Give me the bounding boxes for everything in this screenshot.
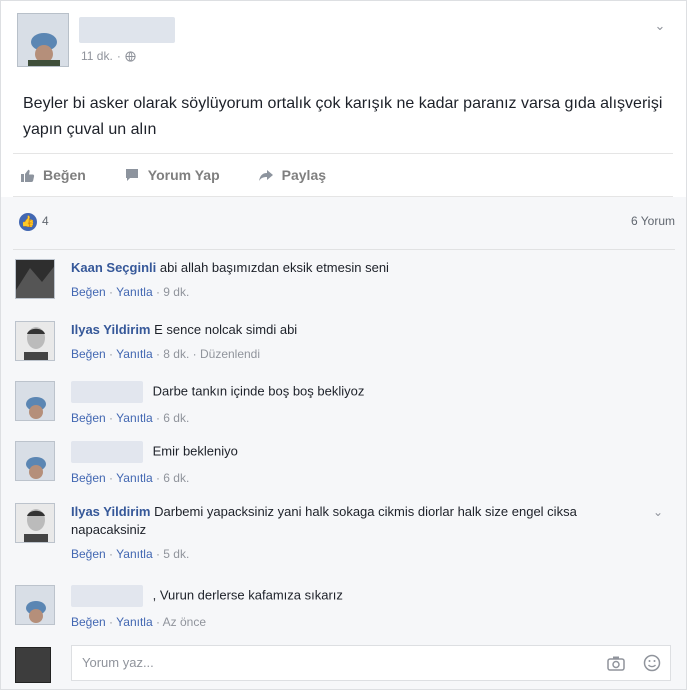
comment-actions: Beğen · Yanıtla · 6 dk.	[71, 411, 190, 425]
emoji-icon[interactable]	[643, 654, 661, 672]
commenter-avatar[interactable]	[15, 503, 55, 543]
comment-like-link[interactable]: Beğen	[71, 547, 106, 561]
post-meta: 11 dk. ·	[81, 49, 136, 63]
comment-reply-link[interactable]: Yanıtla	[116, 471, 152, 485]
comment-input[interactable]: Yorum yaz...	[71, 645, 671, 681]
commenter-avatar[interactable]	[15, 441, 55, 481]
comment-like-link[interactable]: Beğen	[71, 471, 106, 485]
chevron-down-icon[interactable]: ⌄	[653, 505, 663, 519]
comment-button-label: Yorum Yap	[147, 167, 220, 183]
camera-icon[interactable]	[607, 654, 625, 672]
commenter-name[interactable]: Ilyas Yildirim	[71, 322, 151, 337]
speech-bubble-icon	[125, 169, 138, 181]
commenter-name[interactable]: Kaan Seçginli	[71, 260, 156, 275]
comment-time[interactable]: 9 dk.	[163, 285, 189, 299]
comment-actions: Beğen · Yanıtla · Az önce	[71, 615, 206, 629]
post-header: 11 dk. · ⌄	[13, 11, 673, 69]
author-name-redacted[interactable]	[79, 17, 175, 43]
comment-reply-link[interactable]: Yanıtla	[116, 547, 152, 561]
post-time[interactable]: 11 dk.	[81, 49, 113, 63]
commenter-avatar[interactable]	[15, 585, 55, 625]
commenter-avatar[interactable]	[15, 259, 55, 299]
post-action-bar: Beğen Yorum Yap Paylaş	[13, 153, 673, 197]
comment-body: Ilyas Yildirim Darbemi yapacksiniz yani …	[71, 503, 651, 563]
comments-section: 👍 4 6 Yorum Kaan Seçginli abi allah başı…	[1, 197, 686, 689]
globe-icon	[125, 50, 136, 62]
comment-actions: Beğen · Yanıtla · 9 dk.	[71, 285, 190, 299]
share-arrow-icon	[258, 170, 273, 181]
commenter-avatar[interactable]	[15, 321, 55, 361]
comment-time[interactable]: 8 dk.	[163, 347, 189, 361]
commenter-name-redacted[interactable]	[71, 441, 143, 463]
comment-text: E sence nolcak simdi abi	[154, 322, 298, 337]
share-button[interactable]: Paylaş	[258, 167, 326, 183]
comment-text: , Vurun derlerse kafamıza sıkarız	[152, 587, 343, 603]
comment-reply-link[interactable]: Yanıtla	[116, 411, 152, 425]
comment-body: Ilyas Yildirim E sence nolcak simdi abi …	[71, 321, 651, 363]
comment-reply-link[interactable]: Yanıtla	[116, 615, 152, 629]
comment-like-link[interactable]: Beğen	[71, 615, 106, 629]
divider	[13, 249, 675, 250]
comment-body: Kaan Seçginli abi allah başımızdan eksik…	[71, 259, 651, 301]
comment-reply-link[interactable]: Yanıtla	[116, 285, 152, 299]
comment-time[interactable]: Az önce	[163, 615, 206, 629]
chevron-down-icon[interactable]: ⌄	[649, 15, 671, 37]
comment-edited-label[interactable]: Düzenlendi	[200, 347, 260, 361]
comment-reply-link[interactable]: Yanıtla	[116, 347, 152, 361]
composer-icons	[607, 654, 661, 672]
like-button[interactable]: Beğen	[19, 167, 86, 183]
like-button-label: Beğen	[43, 167, 86, 183]
comment-time[interactable]: 6 dk.	[163, 411, 189, 425]
comment-like-link[interactable]: Beğen	[71, 411, 106, 425]
comment-text: Emir bekleniyo	[152, 443, 238, 459]
comment-time[interactable]: 6 dk.	[163, 471, 189, 485]
comment-composer: Yorum yaz...	[15, 645, 675, 685]
comment-body: Emir bekleniyo Beğen · Yanıtla · 6 dk.	[71, 441, 651, 487]
comment-body: Darbe tankın içinde boş boş bekliyoz Beğ…	[71, 381, 651, 427]
comment-count[interactable]: 6 Yorum	[631, 214, 675, 228]
share-button-label: Paylaş	[281, 167, 327, 183]
commenter-name[interactable]: Ilyas Yildirim	[71, 504, 151, 519]
comment-like-link[interactable]: Beğen	[71, 347, 106, 361]
thumbs-up-icon	[21, 169, 35, 182]
comment-actions: Beğen · Yanıtla · 6 dk.	[71, 471, 190, 485]
comment-actions: Beğen · Yanıtla · 8 dk. · Düzenlendi	[71, 347, 261, 361]
post-text: Beyler bi asker olarak söylüyorum ortalı…	[23, 95, 663, 138]
like-reaction-icon[interactable]: 👍	[19, 213, 37, 231]
commenter-name-redacted[interactable]	[71, 381, 143, 403]
comment-text: abi allah başımızdan eksik etmesin seni	[159, 260, 389, 275]
current-user-avatar	[15, 647, 51, 683]
comment-like-link[interactable]: Beğen	[71, 285, 106, 299]
commenter-name-redacted[interactable]	[71, 585, 143, 607]
reactions-row: 👍 4 6 Yorum	[15, 211, 675, 235]
author-avatar[interactable]	[17, 13, 69, 67]
comment-button[interactable]: Yorum Yap	[124, 167, 220, 183]
comment-actions: Beğen · Yanıtla · 5 dk.	[71, 547, 190, 561]
comment-body: , Vurun derlerse kafamıza sıkarız Beğen …	[71, 585, 651, 631]
like-count[interactable]: 4	[42, 214, 49, 228]
post-card: 11 dk. · ⌄ Beyler bi asker olarak söylüy…	[0, 0, 687, 690]
comment-text: Darbe tankın içinde boş boş bekliyoz	[152, 383, 365, 399]
comment-time[interactable]: 5 dk.	[163, 547, 189, 561]
commenter-avatar[interactable]	[15, 381, 55, 421]
